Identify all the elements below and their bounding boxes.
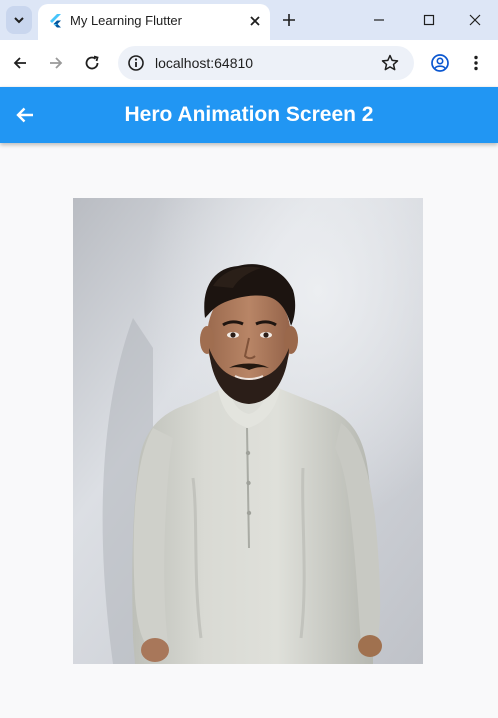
browser-tab[interactable]: My Learning Flutter xyxy=(38,4,270,40)
window-close-icon[interactable] xyxy=(466,11,484,29)
browser-toolbar: localhost:64810 xyxy=(0,40,498,86)
arrow-right-icon[interactable] xyxy=(46,53,66,73)
more-vert-icon[interactable] xyxy=(466,53,486,73)
account-icon[interactable] xyxy=(430,53,450,73)
url-text: localhost:64810 xyxy=(155,55,254,71)
minimize-icon[interactable] xyxy=(370,11,388,29)
browser-tab-strip: My Learning Flutter xyxy=(0,0,498,40)
chevron-down-icon xyxy=(14,17,24,24)
hero-image[interactable] xyxy=(73,198,423,664)
tab-title: My Learning Flutter xyxy=(70,13,182,28)
info-icon[interactable] xyxy=(126,53,146,73)
star-icon[interactable] xyxy=(380,53,400,73)
reload-icon[interactable] xyxy=(82,53,102,73)
flutter-logo-icon xyxy=(50,14,61,28)
address-bar[interactable]: localhost:64810 xyxy=(118,46,414,80)
app-bar: Hero Animation Screen 2 xyxy=(0,87,498,143)
person-portrait-illustration xyxy=(73,198,423,664)
close-icon[interactable] xyxy=(246,12,264,30)
maximize-icon[interactable] xyxy=(420,11,438,29)
tab-search-button[interactable] xyxy=(6,6,32,34)
plus-icon[interactable] xyxy=(280,11,298,29)
page-title: Hero Animation Screen 2 xyxy=(124,103,374,126)
arrow-left-icon[interactable] xyxy=(10,53,30,73)
